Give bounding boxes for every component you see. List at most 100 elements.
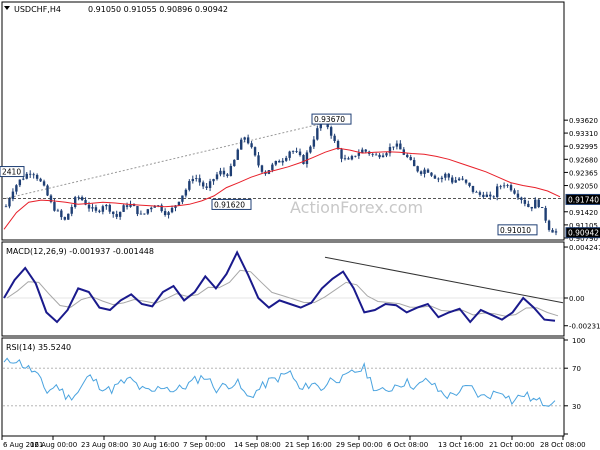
price-candle-body (70, 206, 73, 214)
price-candle-body (381, 155, 385, 158)
x-tick-label: 21 Oct 00:00 (489, 441, 535, 449)
price-candle-body (364, 149, 367, 152)
price-candle-body (509, 185, 513, 191)
price-candle-body (63, 217, 67, 220)
price-candle-body (374, 154, 378, 156)
macd-label: MACD(12,26,9) -0.001937 -0.001448 (6, 247, 154, 256)
price-candle-body (198, 178, 201, 183)
price-candle-body (489, 194, 492, 197)
price-candle-body (288, 151, 291, 158)
price-candle-body (409, 156, 412, 161)
price-candle-body (523, 199, 527, 204)
price-candle-body (457, 178, 461, 181)
price-candle-body (544, 207, 547, 221)
price-candle-body (205, 186, 208, 188)
price-candle-body (440, 177, 444, 180)
price-candle-body (492, 196, 495, 198)
price-candle-body (534, 199, 537, 209)
price-candle-body (208, 181, 212, 188)
price-candle-body (433, 175, 437, 179)
price-candle-body (371, 153, 374, 155)
price-candle-body (412, 160, 416, 167)
price-candle-body (419, 171, 423, 174)
price-candle-body (271, 164, 274, 171)
rsi-ytick-label: 100 (572, 337, 585, 345)
price-candle-body (215, 174, 219, 180)
mid-annotation: 0.91620 (214, 200, 245, 209)
x-tick-label: 21 Sep 16:00 (285, 441, 332, 449)
x-tick-label: 6 Oct 08:00 (387, 441, 428, 449)
low-annotation: 0.91010 (500, 226, 531, 235)
price-candle-body (468, 182, 471, 186)
price-candle-body (226, 174, 229, 176)
price-candle-body (451, 177, 454, 183)
price-candle-body (22, 178, 25, 180)
price-candle-body (91, 207, 94, 209)
price-candle-body (305, 152, 309, 165)
price-candle-body (4, 206, 8, 208)
x-tick-label: 7 Sep 00:00 (183, 441, 225, 449)
price-candle-body (108, 204, 111, 212)
high-annotation: 0.93670 (314, 115, 345, 124)
macd-ytick-label: 0.00 (569, 295, 585, 303)
price-candle-body (482, 194, 485, 197)
price-candle-body (444, 173, 447, 178)
x-tick-label: 14 Sep 08:00 (234, 441, 281, 449)
price-candle-body (475, 191, 478, 193)
price-candle-body (191, 178, 194, 182)
price-candle-body (246, 137, 250, 144)
price-candle-body (520, 197, 523, 200)
price-candle-body (527, 203, 530, 207)
price-candle-body (60, 210, 63, 218)
price-candle-body (485, 194, 489, 197)
rsi-ytick-label: 70 (572, 365, 581, 373)
price-candle-body (257, 155, 260, 166)
price-candle-body (77, 197, 80, 198)
price-candle-body (195, 178, 198, 179)
price-candle-body (94, 207, 98, 211)
price-candle-body (274, 160, 278, 165)
price-candle-body (118, 211, 122, 217)
price-candle-body (399, 143, 402, 150)
price-candle-body (115, 214, 118, 217)
price-candle-body (281, 160, 284, 163)
chart-header-ohlc: 0.91050 0.91055 0.90896 0.90942 (88, 5, 228, 14)
price-candle-body (222, 170, 226, 175)
price-candle-body (309, 146, 312, 153)
price-candle-body (312, 139, 316, 147)
price-candle-body (125, 205, 129, 207)
price-ytick-label: 0.93620 (569, 117, 598, 125)
price-candle-body (392, 146, 395, 148)
price-candle-body (513, 190, 516, 194)
price-candle-body (291, 151, 295, 153)
price-candle-body (537, 199, 540, 208)
price-candle-body (101, 206, 105, 212)
price-candle-body (260, 165, 264, 172)
price-candle-body (416, 166, 419, 172)
price-candle-body (184, 189, 188, 196)
price-candle-body (333, 135, 336, 142)
price-candle-body (329, 127, 333, 136)
left-annotation: 2410 (2, 168, 21, 177)
price-candle-body (243, 137, 246, 140)
macd-ytick-label: 0.004247 (569, 244, 600, 252)
price-candle-body (495, 186, 499, 197)
price-candle-body (464, 179, 468, 183)
price-ytick-label: 0.93310 (569, 130, 598, 138)
price-candle-body (502, 185, 506, 187)
price-candle-body (347, 158, 350, 160)
price-candle-body (105, 204, 108, 207)
price-candle-body (316, 128, 319, 140)
price-candle-body (163, 211, 167, 215)
price-ytick-label: 0.92680 (569, 156, 598, 164)
price-candle-body (29, 173, 32, 175)
macd-ytick-label: -0.002311 (569, 323, 600, 331)
price-candle-body (39, 178, 42, 182)
price-candle-body (454, 180, 457, 183)
price-candle-body (46, 185, 49, 196)
price-candle-body (143, 213, 146, 215)
price-candle-body (56, 210, 60, 212)
price-candle-body (42, 181, 46, 186)
x-tick-label: 30 Aug 16:00 (132, 441, 179, 449)
rsi-label: RSI(14) 35.5240 (6, 343, 71, 352)
